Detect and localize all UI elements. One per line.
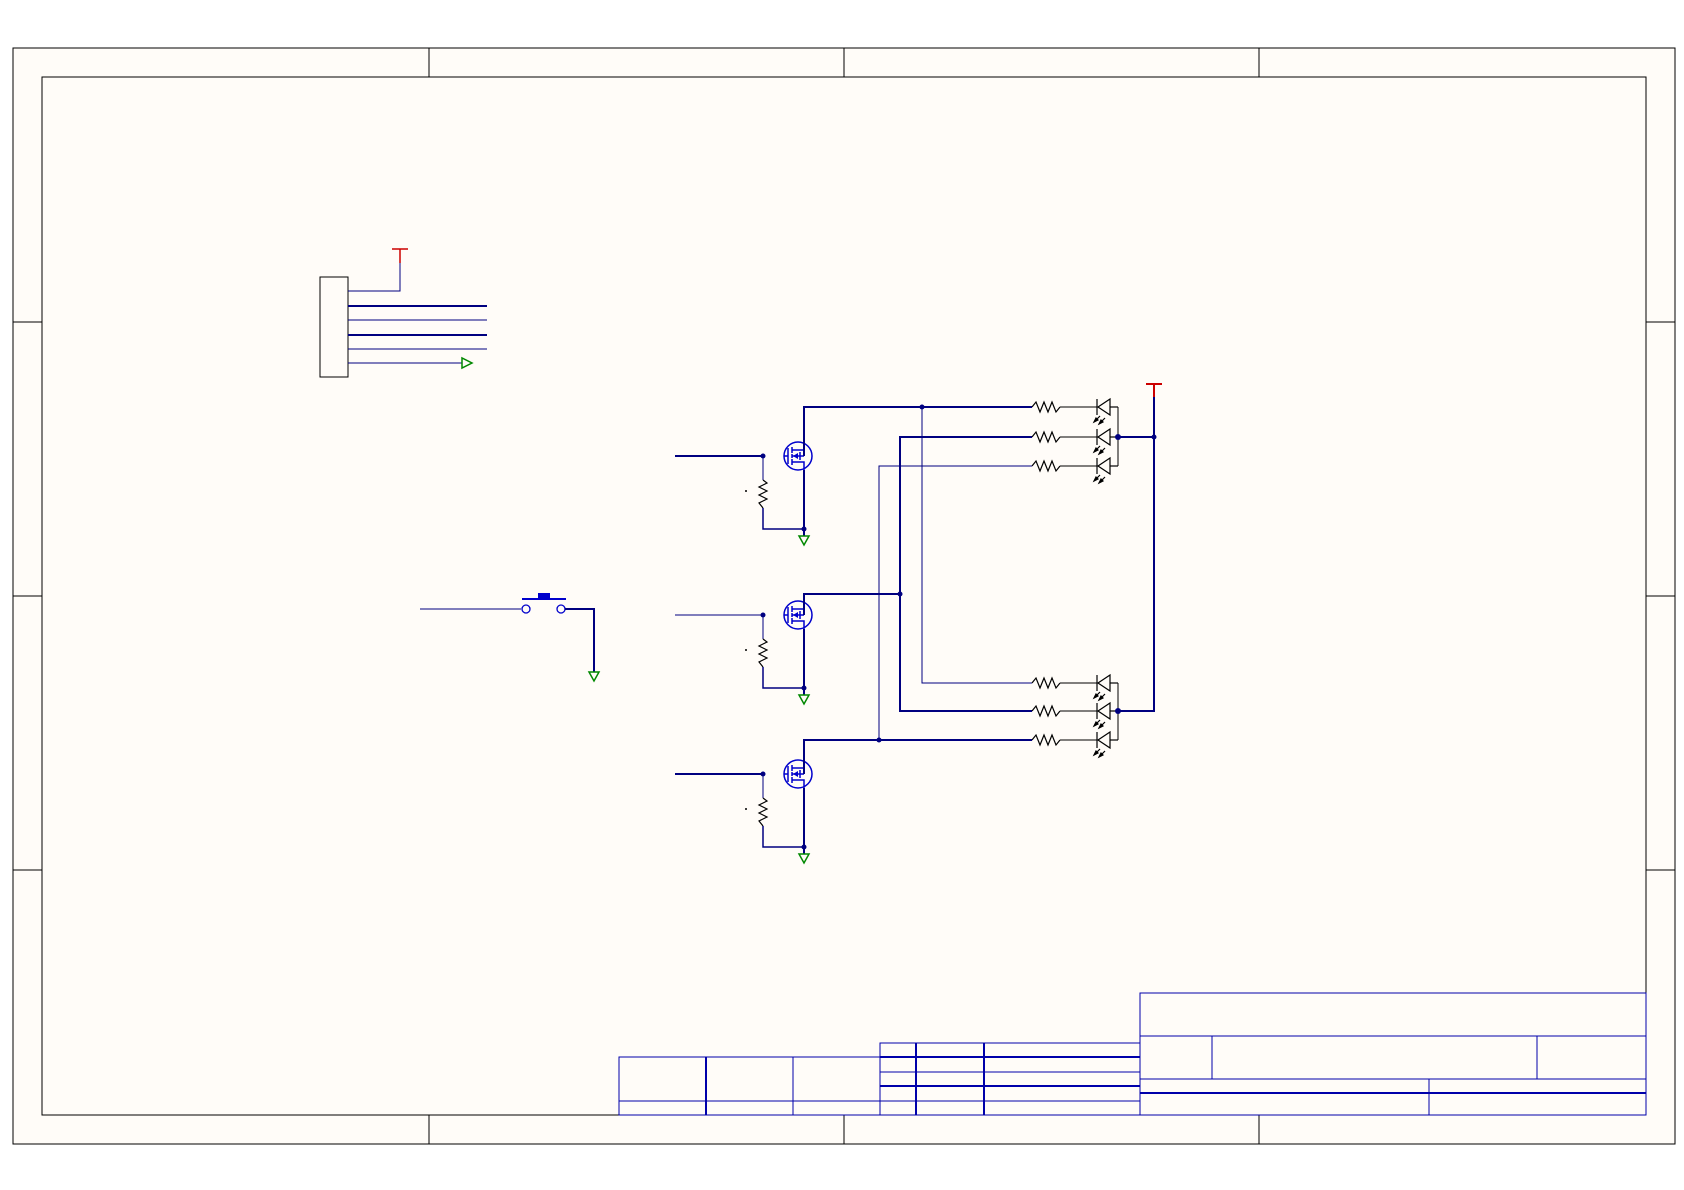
- resistor-pin-one-mark: [745, 649, 747, 651]
- junction-dot: [801, 844, 807, 850]
- junction-dot: [760, 453, 766, 459]
- junction-dot: [1151, 434, 1157, 440]
- junction-dot: [801, 685, 807, 691]
- connector-header-icon: [319, 276, 349, 378]
- junction-dot: [1115, 708, 1121, 714]
- junction-dot: [1115, 434, 1121, 440]
- junction-dot: [801, 526, 807, 532]
- resistor-pin-one-mark: [745, 808, 747, 810]
- schematic-sheet: [0, 0, 1684, 1190]
- junction-dot: [919, 404, 925, 410]
- sheet-background: [13, 48, 1675, 1144]
- junction-dot: [760, 612, 766, 618]
- junction-dot: [897, 591, 903, 597]
- junction-dot: [760, 771, 766, 777]
- resistor-pin-one-mark: [745, 490, 747, 492]
- junction-dot: [876, 737, 882, 743]
